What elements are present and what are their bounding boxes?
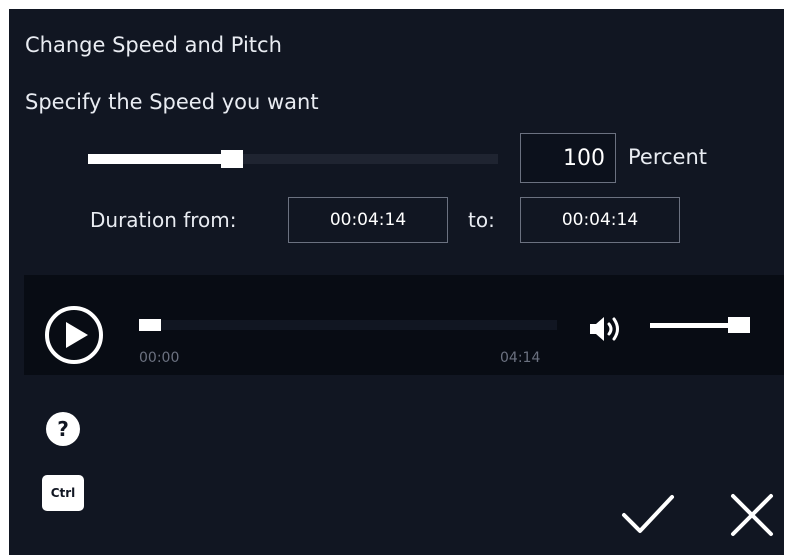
speed-slider-handle[interactable]	[220, 150, 243, 168]
play-button[interactable]	[44, 305, 104, 365]
change-speed-dialog: Change Speed and Pitch Specify the Speed…	[9, 9, 784, 555]
close-button[interactable]	[726, 491, 776, 539]
seek-bar-handle[interactable]	[139, 319, 161, 331]
duration-to-input[interactable]: 00:04:14	[520, 197, 680, 243]
check-icon	[622, 495, 674, 533]
percent-unit-label: Percent	[628, 145, 708, 169]
volume-icon	[590, 317, 619, 341]
speed-instruction: Specify the Speed you want	[25, 90, 319, 114]
volume-button[interactable]	[587, 314, 627, 344]
dialog-title: Change Speed and Pitch	[25, 33, 282, 57]
duration-from-value: 00:04:14	[329, 210, 407, 230]
play-icon	[45, 306, 103, 364]
volume-slider-fill	[650, 323, 739, 328]
confirm-button[interactable]	[620, 491, 676, 537]
ctrl-icon: Ctrl	[50, 486, 76, 500]
duration-to-label: to:	[468, 208, 495, 232]
duration-from-input[interactable]: 00:04:14	[288, 197, 448, 243]
speed-percent-input[interactable]: 100	[520, 133, 616, 183]
duration-from-label: Duration from:	[90, 208, 237, 232]
current-time: 00:00	[139, 350, 180, 366]
speed-slider-fill	[88, 154, 232, 164]
duration-to-value: 00:04:14	[561, 210, 639, 230]
help-button[interactable]: ?	[46, 412, 80, 446]
ctrl-button[interactable]: Ctrl	[42, 475, 84, 511]
seek-bar-track[interactable]	[139, 320, 557, 330]
speed-percent-value: 100	[563, 145, 605, 171]
total-time: 04:14	[500, 350, 541, 366]
volume-slider-handle[interactable]	[728, 317, 750, 333]
help-icon: ?	[57, 417, 69, 441]
close-icon	[731, 494, 773, 536]
